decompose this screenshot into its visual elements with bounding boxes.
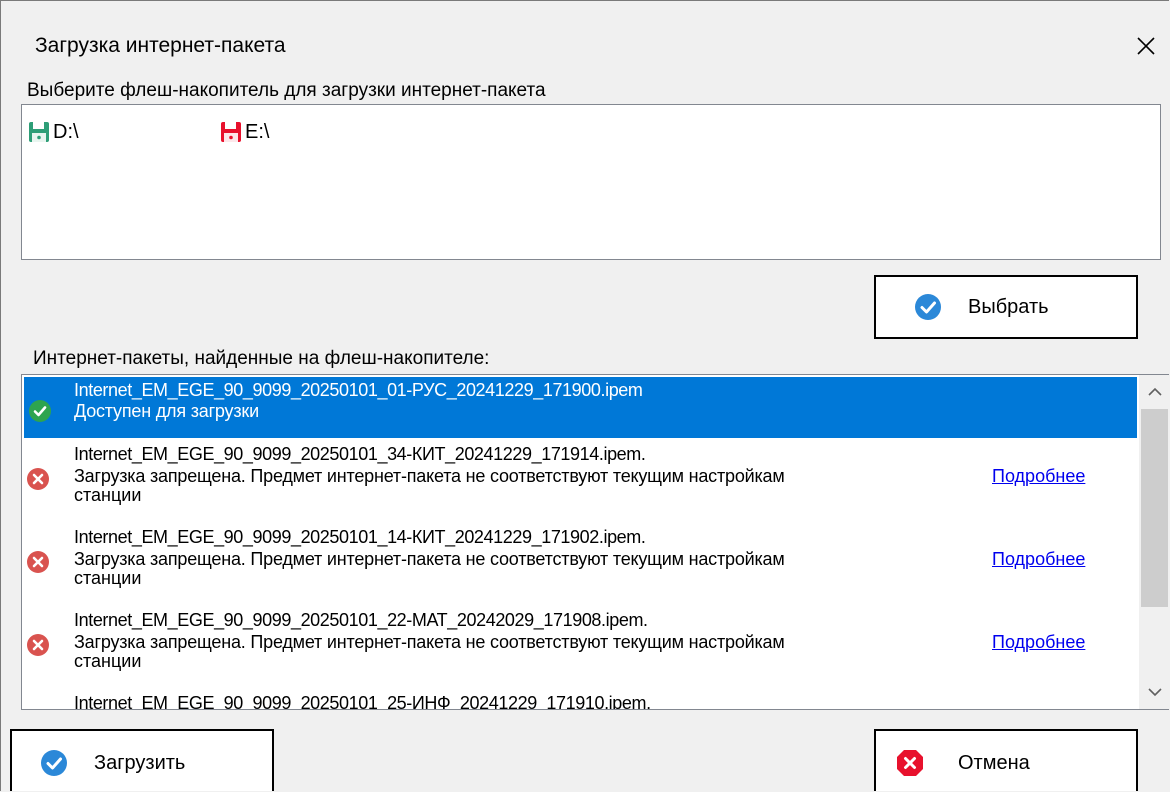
select-button[interactable]: Выбрать xyxy=(874,275,1138,339)
scroll-down-button[interactable] xyxy=(1139,675,1169,709)
title-bar: Загрузка интернет-пакета xyxy=(1,1,1169,75)
package-status-extra: станции xyxy=(74,568,142,588)
drive-item-e[interactable]: E:\ xyxy=(220,118,269,146)
select-button-label: Выбрать xyxy=(968,295,1049,318)
package-status: Загрузка запрещена. Предмет интернет-пак… xyxy=(74,632,785,652)
details-link[interactable]: Подробнее xyxy=(992,632,1085,652)
package-list[interactable]: Internet_EM_EGE_90_9099_20250101_01-РУС_… xyxy=(21,374,1169,710)
drive-list[interactable]: D:\ E:\ xyxy=(21,104,1161,260)
list-item[interactable]: Internet_EM_EGE_90_9099_20250101_14-КИТ_… xyxy=(22,521,1139,604)
package-status-extra: станции xyxy=(74,485,142,505)
check-circle-icon xyxy=(41,750,67,776)
package-filename: Internet_EM_EGE_90_9099_20250101_14-КИТ_… xyxy=(74,527,646,547)
drive-label-e: E:\ xyxy=(245,120,270,143)
scrollbar-thumb[interactable] xyxy=(1141,409,1168,607)
drive-label-d: D:\ xyxy=(53,120,79,143)
package-filename: Internet_EM_EGE_90_9099_20250101_34-КИТ_… xyxy=(74,444,646,464)
close-icon xyxy=(1137,37,1155,55)
list-item[interactable]: Internet_EM_EGE_90_9099_20250101_01-РУС_… xyxy=(24,377,1137,438)
drives-label: Выберите флеш-накопитель для загрузки ин… xyxy=(27,80,546,101)
load-button-label: Загрузить xyxy=(94,751,186,774)
floppy-disk-icon xyxy=(221,122,241,142)
chevron-down-icon xyxy=(1147,688,1162,697)
cancel-button-label: Отмена xyxy=(958,751,1030,774)
floppy-disk-icon xyxy=(29,122,49,142)
error-circle-icon xyxy=(27,634,49,656)
package-status-extra: станции xyxy=(74,651,142,671)
package-status: Загрузка запрещена. Предмет интернет-пак… xyxy=(74,549,785,569)
details-link[interactable]: Подробнее xyxy=(992,549,1085,569)
package-filename: Internet_EM_EGE_90_9099_20250101_01-РУС_… xyxy=(74,380,643,400)
details-link[interactable]: Подробнее xyxy=(992,466,1085,486)
error-circle-icon xyxy=(27,468,49,490)
packages-label: Интернет-пакеты, найденные на флеш-накоп… xyxy=(33,348,490,369)
error-circle-icon xyxy=(27,551,49,573)
drive-item-d[interactable]: D:\ xyxy=(28,118,79,146)
check-circle-icon xyxy=(29,400,51,422)
scroll-up-button[interactable] xyxy=(1139,375,1169,409)
check-circle-icon xyxy=(915,294,941,320)
cancel-button[interactable]: Отмена xyxy=(874,729,1138,791)
package-filename: Internet_EM_EGE_90_9099_20250101_22-МАТ_… xyxy=(74,610,648,630)
load-button[interactable]: Загрузить xyxy=(10,729,274,791)
list-item[interactable]: Internet_EM_EGE_90_9099_20250101_25-ИНФ_… xyxy=(22,687,1139,710)
list-item[interactable]: Internet_EM_EGE_90_9099_20250101_22-МАТ_… xyxy=(22,604,1139,687)
package-status: Доступен для загрузки xyxy=(74,401,259,421)
dialog-window: Загрузка интернет-пакета Выберите флеш-н… xyxy=(0,0,1169,791)
vertical-scrollbar[interactable] xyxy=(1139,375,1169,709)
list-item[interactable]: Internet_EM_EGE_90_9099_20250101_34-КИТ_… xyxy=(22,438,1139,521)
package-status: Загрузка запрещена. Предмет интернет-пак… xyxy=(74,466,785,486)
window-title: Загрузка интернет-пакета xyxy=(35,34,286,57)
chevron-up-icon xyxy=(1147,387,1162,396)
package-filename: Internet_EM_EGE_90_9099_20250101_25-ИНФ_… xyxy=(74,693,651,710)
close-button[interactable] xyxy=(1129,29,1163,63)
x-circle-icon xyxy=(897,750,923,776)
